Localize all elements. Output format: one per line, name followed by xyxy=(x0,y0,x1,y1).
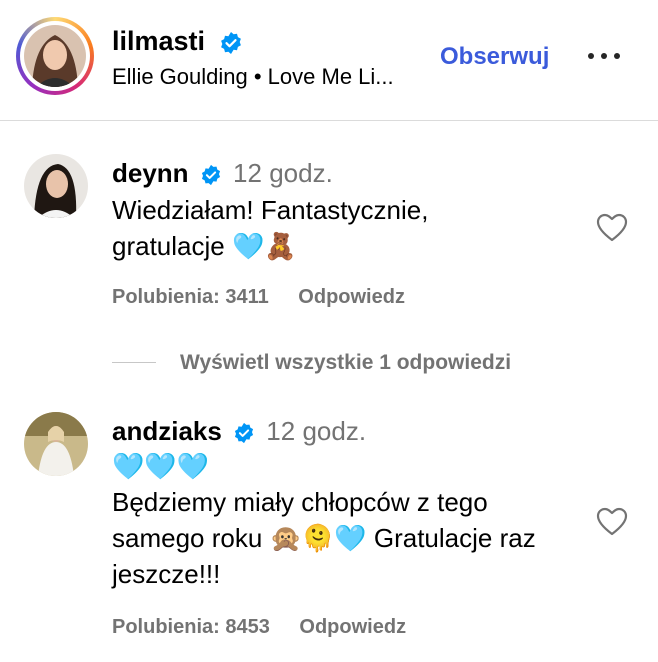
comment-meta: Polubienia: 8453 Odpowiedz xyxy=(112,615,406,639)
comment-meta: Polubienia: 3411 Odpowiedz xyxy=(112,285,405,309)
avatar[interactable] xyxy=(24,154,88,218)
reply-button[interactable]: Odpowiedz xyxy=(299,616,406,638)
comment-text-line: 🩵🩵🩵 xyxy=(112,451,210,481)
comment-text-line: Będziemy miały chłopców z tego xyxy=(112,487,488,517)
comment-header: deynn 12 godz. xyxy=(112,158,333,188)
like-heart-icon[interactable] xyxy=(596,507,628,537)
comment-timestamp: 12 godz. xyxy=(266,416,367,446)
comment-text-line: samego roku 🙊🫠🩵 Gratulacje raz xyxy=(112,523,536,553)
avatar xyxy=(24,25,86,87)
post-header: lilmasti Ellie Goulding • Love Me Li... … xyxy=(0,0,658,121)
comment-text: 🩵🩵🩵 Będziemy miały chłopców z tego sameg… xyxy=(112,448,572,592)
comment-text-line: gratulacje 🩵🧸 xyxy=(112,231,297,261)
view-replies[interactable]: Wyświetl wszystkie 1 odpowiedzi xyxy=(112,350,632,376)
divider xyxy=(112,362,156,363)
post-username[interactable]: lilmasti xyxy=(112,26,243,56)
verified-badge-icon xyxy=(201,165,220,186)
verified-badge-icon xyxy=(220,31,241,54)
avatar[interactable] xyxy=(24,412,88,476)
comment-timestamp: 12 godz. xyxy=(233,158,333,188)
like-heart-icon[interactable] xyxy=(596,213,628,243)
verified-badge-icon xyxy=(234,423,254,444)
comment-username[interactable]: deynn xyxy=(112,158,189,188)
comment-text: Wiedziałam! Fantastycznie, gratulacje 🩵🧸 xyxy=(112,192,572,264)
view-replies-label[interactable]: Wyświetl wszystkie 1 odpowiedzi xyxy=(180,350,511,376)
story-avatar[interactable] xyxy=(16,17,94,95)
comment-text-line: jeszcze!!! xyxy=(112,559,221,589)
comment-username[interactable]: andziaks xyxy=(112,416,222,446)
reply-button[interactable]: Odpowiedz xyxy=(298,286,405,308)
username-link[interactable]: lilmasti xyxy=(112,26,205,56)
more-options-icon[interactable] xyxy=(588,40,624,70)
comment-text-line: Wiedziałam! Fantastycznie, xyxy=(112,195,429,225)
comment-header: andziaks 12 godz. xyxy=(112,416,366,446)
audio-track[interactable]: Ellie Goulding • Love Me Li... xyxy=(112,63,394,91)
likes-count[interactable]: Polubienia: 3411 xyxy=(112,286,269,308)
follow-button[interactable]: Obserwuj xyxy=(440,42,549,72)
likes-count[interactable]: Polubienia: 8453 xyxy=(112,616,270,638)
